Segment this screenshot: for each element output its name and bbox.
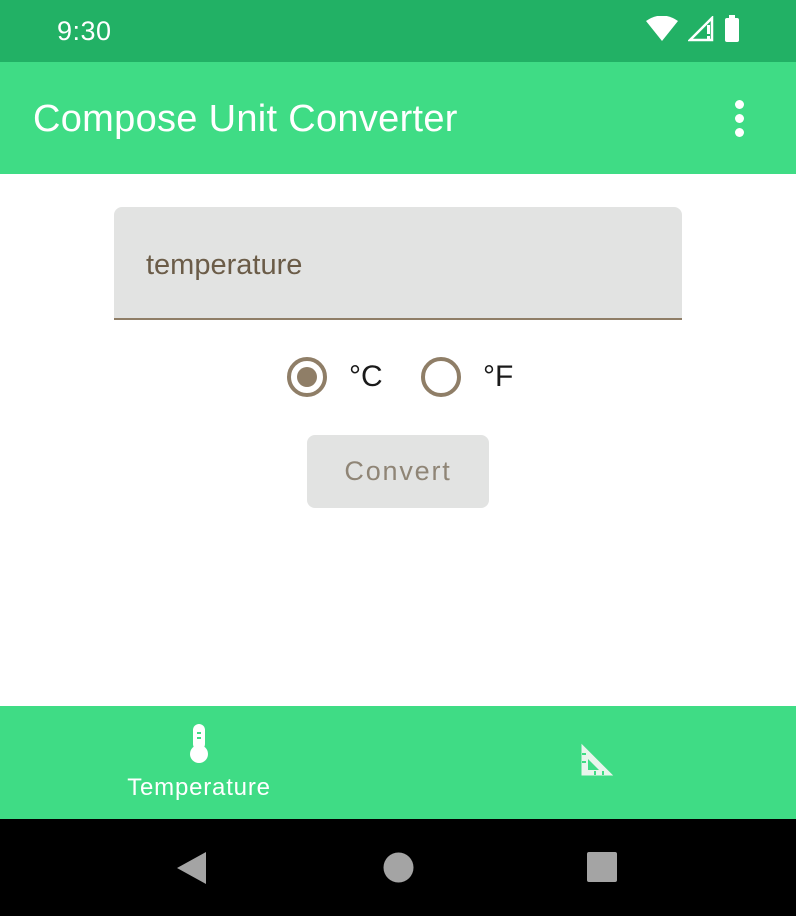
radio-label-fahrenheit: °F <box>483 360 514 393</box>
app-title: Compose Unit Converter <box>33 98 458 140</box>
bottom-navigation: Temperature <box>0 706 796 819</box>
radio-fahrenheit[interactable]: °F <box>421 357 513 397</box>
more-vert-icon <box>734 99 744 109</box>
recents-icon[interactable] <box>587 852 617 887</box>
radio-unselected-icon[interactable] <box>421 357 461 397</box>
nav-label-temperature: Temperature <box>127 774 271 801</box>
radio-label-celsius: °C <box>349 360 383 393</box>
status-icons <box>646 14 740 48</box>
radio-selected-icon[interactable] <box>287 357 327 397</box>
radio-celsius[interactable]: °C <box>287 357 383 397</box>
convert-button[interactable]: Convert <box>307 435 489 508</box>
temperature-field[interactable] <box>114 207 682 320</box>
more-options-button[interactable] <box>724 94 754 142</box>
system-navigation-bar <box>0 819 796 916</box>
main-content: °C °F Convert <box>0 174 796 706</box>
temperature-input[interactable] <box>146 243 646 287</box>
unit-radio-group: °C °F <box>0 357 796 401</box>
back-icon[interactable] <box>177 852 207 889</box>
wifi-icon <box>646 15 678 47</box>
set-square-icon <box>580 743 614 782</box>
nav-item-temperature[interactable]: Temperature <box>100 706 298 819</box>
nav-item-distance[interactable] <box>498 706 696 819</box>
status-bar: 9:30 <box>0 0 796 62</box>
thermometer-icon <box>186 723 212 768</box>
top-app-bar: Compose Unit Converter <box>0 62 796 174</box>
battery-icon <box>724 14 740 48</box>
home-icon[interactable] <box>383 852 414 888</box>
more-vert-dot <box>734 127 744 137</box>
signal-icon <box>686 14 714 47</box>
more-vert-dot <box>734 113 744 123</box>
status-time: 9:30 <box>57 16 112 46</box>
